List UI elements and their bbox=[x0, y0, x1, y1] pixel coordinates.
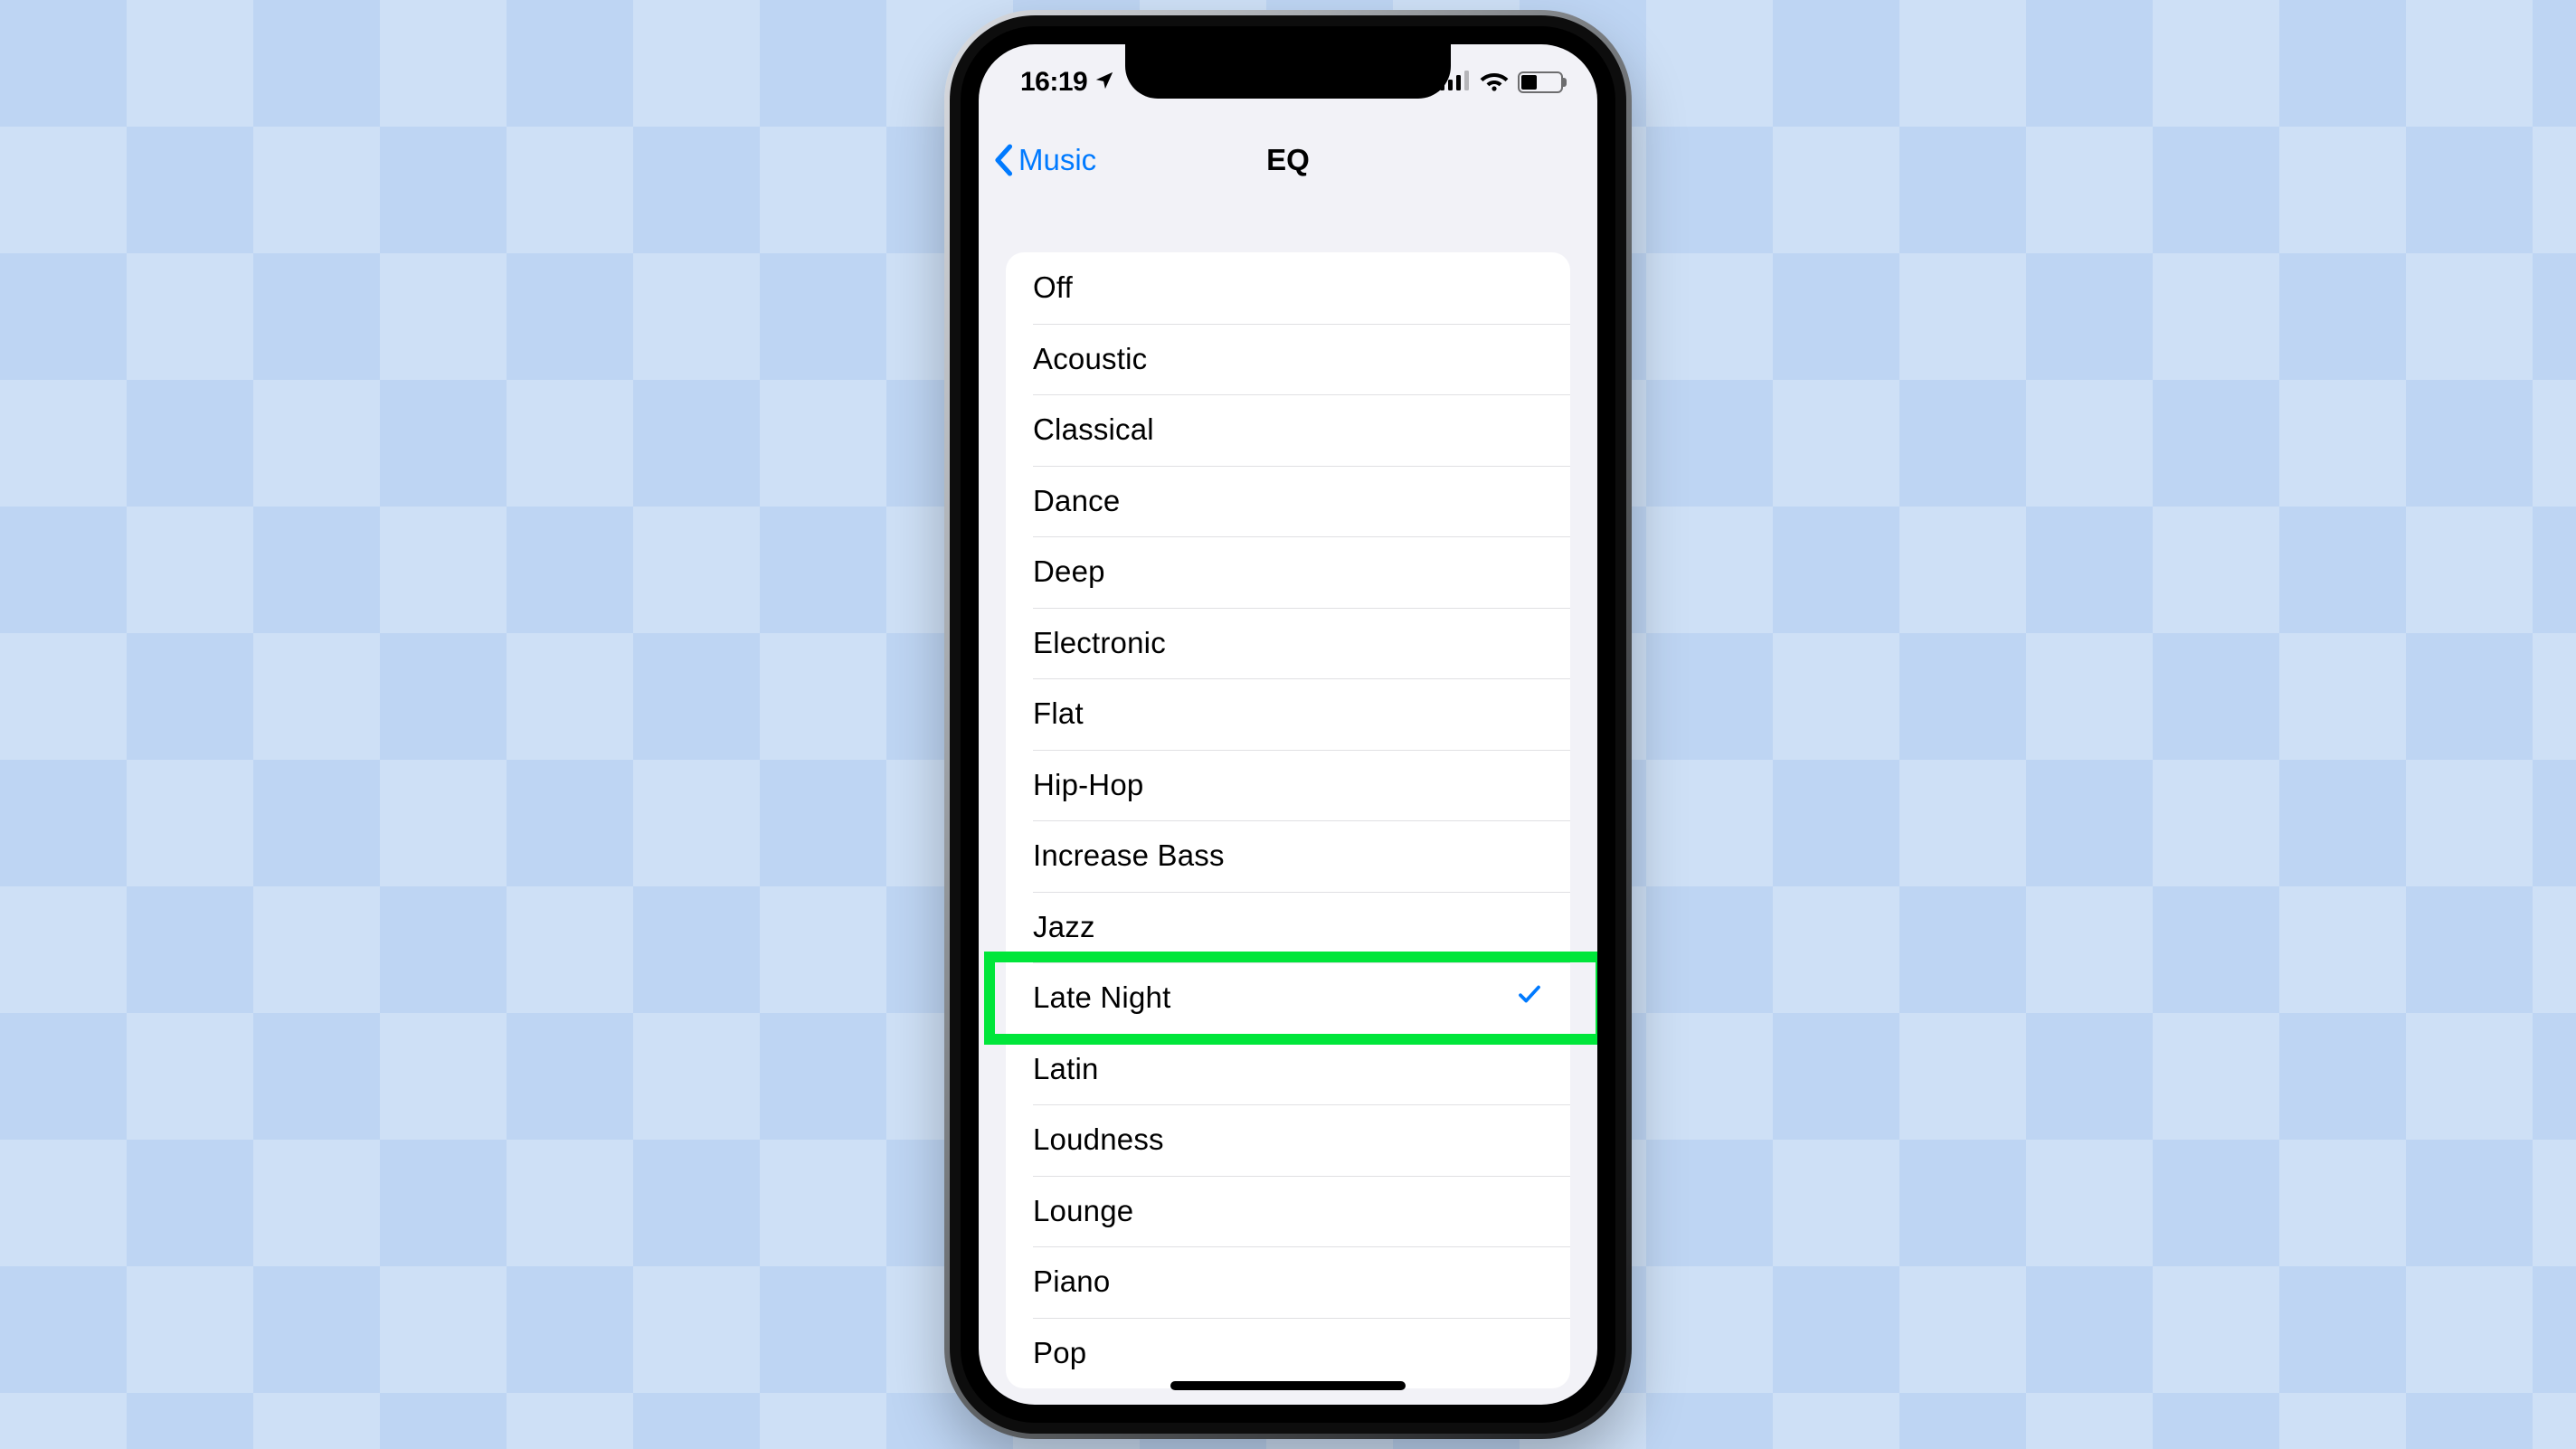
eq-option-row[interactable]: Increase Bass bbox=[1006, 820, 1570, 892]
status-time: 16:19 bbox=[1020, 67, 1087, 98]
eq-options-list: Off Acoustic Classical Dance Deep Electronic F… bbox=[1006, 252, 1570, 1388]
eq-option-label: Hip-Hop bbox=[1033, 768, 1543, 802]
battery-icon bbox=[1518, 71, 1563, 93]
eq-option-row[interactable]: Deep bbox=[1006, 536, 1570, 608]
eq-option-row[interactable]: Lounge bbox=[1006, 1176, 1570, 1247]
eq-option-label: Classical bbox=[1033, 412, 1543, 447]
eq-option-label: Piano bbox=[1033, 1264, 1543, 1299]
eq-option-label: Latin bbox=[1033, 1052, 1543, 1086]
eq-option-label: Pop bbox=[1033, 1336, 1543, 1370]
eq-option-label: Late Night bbox=[1033, 980, 1516, 1015]
eq-option-label: Increase Bass bbox=[1033, 838, 1543, 873]
eq-option-label: Deep bbox=[1033, 554, 1543, 589]
eq-option-row[interactable]: Flat bbox=[1006, 678, 1570, 750]
eq-option-label: Dance bbox=[1033, 484, 1543, 518]
eq-option-label: Loudness bbox=[1033, 1122, 1543, 1157]
eq-option-row[interactable]: Pop bbox=[1006, 1318, 1570, 1389]
eq-option-label: Jazz bbox=[1033, 910, 1543, 944]
back-button[interactable]: Music bbox=[993, 143, 1096, 177]
eq-option-row[interactable]: Loudness bbox=[1006, 1104, 1570, 1176]
eq-option-label: Electronic bbox=[1033, 626, 1543, 660]
location-icon bbox=[1094, 67, 1114, 98]
eq-option-row[interactable]: Latin bbox=[1006, 1034, 1570, 1105]
phone-notch bbox=[1125, 44, 1451, 99]
eq-option-label: Off bbox=[1033, 270, 1543, 305]
eq-option-label: Flat bbox=[1033, 696, 1543, 731]
phone-device-frame: 16:19 bbox=[944, 10, 1632, 1439]
page-title: EQ bbox=[1266, 143, 1310, 177]
eq-option-row[interactable]: Piano bbox=[1006, 1246, 1570, 1318]
eq-option-row[interactable]: Hip-Hop bbox=[1006, 750, 1570, 821]
home-indicator[interactable] bbox=[1170, 1381, 1406, 1390]
eq-option-label: Lounge bbox=[1033, 1194, 1543, 1228]
eq-option-row[interactable]: Jazz bbox=[1006, 892, 1570, 963]
checkmark-icon bbox=[1516, 980, 1543, 1015]
chevron-left-icon bbox=[993, 144, 1013, 176]
eq-option-row[interactable]: Acoustic bbox=[1006, 324, 1570, 395]
eq-option-label: Acoustic bbox=[1033, 342, 1543, 376]
wifi-icon bbox=[1480, 70, 1509, 96]
eq-option-row[interactable]: Dance bbox=[1006, 466, 1570, 537]
back-button-label: Music bbox=[1018, 143, 1096, 177]
eq-option-row[interactable]: Late Night bbox=[1006, 962, 1570, 1034]
eq-option-row[interactable]: Off bbox=[1006, 252, 1570, 324]
nav-bar: Music EQ bbox=[979, 124, 1597, 196]
eq-option-row[interactable]: Electronic bbox=[1006, 608, 1570, 679]
phone-screen: 16:19 bbox=[979, 44, 1597, 1405]
eq-option-row[interactable]: Classical bbox=[1006, 394, 1570, 466]
